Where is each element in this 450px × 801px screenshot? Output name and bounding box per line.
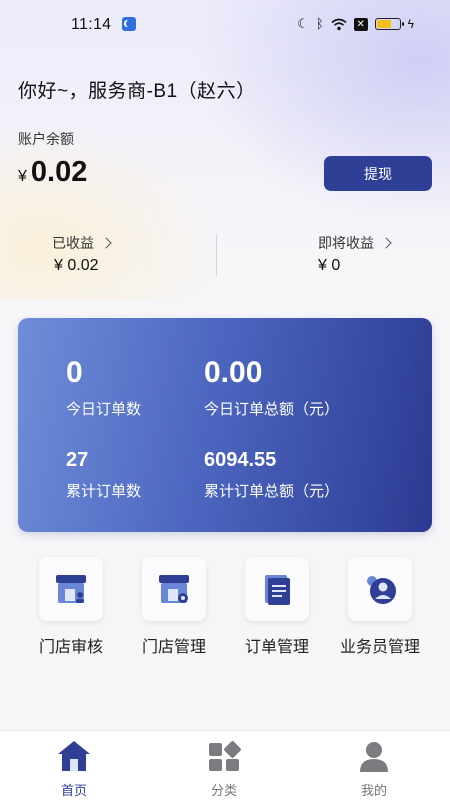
tab-label: 分类 xyxy=(210,783,237,798)
greeting-text: 你好~，服务商-B1（赵六） xyxy=(18,81,256,102)
withdraw-button[interactable]: 提现 xyxy=(324,156,432,191)
chevron-right-icon xyxy=(100,237,112,249)
tab-me[interactable]: 我的 xyxy=(334,739,414,799)
battery-icon xyxy=(374,18,404,30)
total-amount-value: 6094.55 xyxy=(204,449,277,471)
tab-label: 首页 xyxy=(60,783,87,798)
order-stats-card: 0 今日订单数 0.00 今日订单总额（元） 27 累计订单数 6094.55 … xyxy=(18,318,432,532)
menu-label: 业务员管理 xyxy=(339,639,420,656)
earned-income[interactable]: 已收益 ¥ 0.02 xyxy=(52,233,112,275)
tab-category[interactable]: 分类 xyxy=(184,739,264,799)
currency-symbol: ¥ xyxy=(18,168,27,185)
category-icon xyxy=(209,741,241,771)
person-icon xyxy=(360,742,388,772)
bottom-navigation: 首页 分类 我的 xyxy=(0,730,450,801)
today-orders-label: 今日订单数 xyxy=(66,401,142,418)
today-amount-stat: 0.00 今日订单总额（元） xyxy=(204,356,339,419)
menu-label: 门店管理 xyxy=(141,639,206,656)
upcoming-value: ¥ 0 xyxy=(318,257,341,274)
store-review-icon xyxy=(56,575,86,603)
menu-store-review[interactable]: 门店审核 xyxy=(16,557,126,657)
today-orders-value: 0 xyxy=(66,356,83,389)
upcoming-label: 即将收益 xyxy=(318,235,374,251)
menu-label: 订单管理 xyxy=(244,639,309,656)
store-manage-icon xyxy=(159,575,189,603)
total-orders-label: 累计订单数 xyxy=(66,483,142,500)
earned-label: 已收益 xyxy=(52,235,94,251)
balance-label: 账户余额 xyxy=(18,131,74,147)
tab-home[interactable]: 首页 xyxy=(34,739,114,799)
tab-label: 我的 xyxy=(360,783,387,798)
today-amount-label: 今日订单总额（元） xyxy=(204,401,340,418)
today-amount-value: 0.00 xyxy=(204,356,263,389)
wifi-icon xyxy=(331,18,347,30)
total-orders-stat: 27 累计订单数 xyxy=(66,448,141,501)
menu-salesperson-manage[interactable]: 业务员管理 xyxy=(325,557,435,657)
moon-icon: ☾ xyxy=(297,16,309,31)
balance-amount: 0.02 xyxy=(30,156,88,188)
menu-store-manage[interactable]: 门店管理 xyxy=(119,557,229,657)
chevron-right-icon xyxy=(380,237,392,249)
status-bar: 11:14 ☾ ᛒ ✕ ϟ xyxy=(0,0,450,50)
today-orders-stat: 0 今日订单数 xyxy=(66,356,141,419)
sim-x-icon: ✕ xyxy=(353,17,368,31)
earned-value: ¥ 0.02 xyxy=(54,257,99,274)
menu-label: 门店审核 xyxy=(38,639,103,656)
document-icon xyxy=(265,575,290,605)
total-amount-label: 累计订单总额（元） xyxy=(204,483,340,500)
salesperson-icon xyxy=(367,576,396,604)
upcoming-income[interactable]: 即将收益 ¥ 0 xyxy=(318,233,392,275)
divider xyxy=(216,234,217,276)
menu-order-manage[interactable]: 订单管理 xyxy=(222,557,332,657)
total-amount-stat: 6094.55 累计订单总额（元） xyxy=(204,448,339,501)
charging-icon: ϟ xyxy=(407,17,414,31)
account-balance: ¥ 0.02 xyxy=(18,156,87,189)
total-orders-value: 27 xyxy=(66,449,89,471)
home-icon xyxy=(58,741,90,771)
status-time: 11:14 xyxy=(71,16,112,33)
bluetooth-icon: ᛒ xyxy=(315,16,324,31)
moon-icon xyxy=(122,17,136,31)
